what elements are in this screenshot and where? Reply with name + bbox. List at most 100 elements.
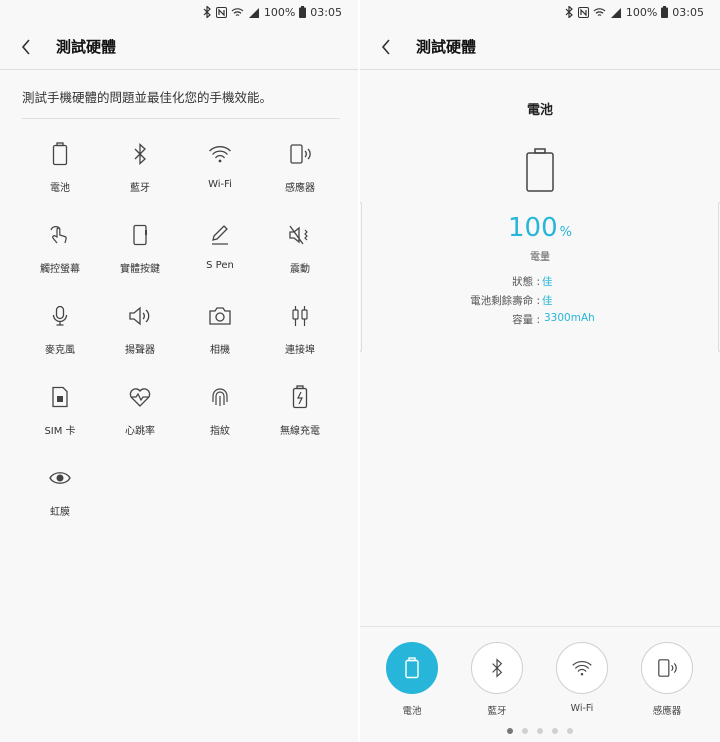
- status-bar: 100% 03:05: [360, 0, 720, 24]
- item-fingerprint[interactable]: 指紋: [180, 384, 260, 438]
- pen-icon: [207, 222, 233, 248]
- item-wireless-charging[interactable]: 無線充電: [260, 384, 340, 438]
- hardware-grid: 電池 藍牙 Wi-Fi 感應器 觸控螢幕 實體按鍵 S Pen 震動 麥克風 揚…: [20, 141, 358, 519]
- item-spen[interactable]: S Pen: [180, 222, 260, 276]
- item-label: SIM 卡: [44, 426, 76, 437]
- item-speaker[interactable]: 揚聲器: [100, 303, 180, 357]
- port-icon: [287, 303, 313, 329]
- page-dot[interactable]: [507, 728, 513, 734]
- tab-label: 藍牙: [487, 706, 507, 717]
- heart-rate-icon: [127, 384, 153, 410]
- battery-percent: 100%: [625, 5, 658, 19]
- item-battery[interactable]: 電池: [20, 141, 100, 195]
- item-label: Wi-Fi: [208, 179, 232, 190]
- battery-level-unit: %: [559, 225, 572, 240]
- phone-button-icon: [127, 222, 153, 248]
- item-wifi[interactable]: Wi-Fi: [180, 141, 260, 195]
- tab-wifi[interactable]: Wi-Fi: [552, 642, 612, 714]
- item-label: 心跳率: [125, 426, 155, 437]
- battery-detail-screen: 100% 03:05 測試硬體 電池 100% 電量 狀態 : 佳 電池剩餘壽命…: [360, 0, 720, 742]
- wifi-status-icon: [593, 7, 606, 18]
- page-dot[interactable]: [537, 728, 543, 734]
- capacity-value: 3300mAh: [544, 312, 595, 324]
- clock: 03:05: [672, 5, 704, 19]
- wifi-status-icon: [231, 7, 244, 18]
- back-button[interactable]: [374, 35, 398, 59]
- item-vibration[interactable]: 震動: [260, 222, 340, 276]
- signal-icon: [610, 7, 622, 18]
- eye-icon: [47, 465, 73, 491]
- sensor-icon: [641, 642, 693, 694]
- back-button[interactable]: [14, 35, 38, 59]
- wifi-icon: [207, 141, 233, 167]
- life-value: 佳: [542, 295, 553, 307]
- bluetooth-icon: [471, 642, 523, 694]
- battery-level: 100%: [360, 213, 720, 243]
- touch-icon: [47, 222, 73, 248]
- item-label: 無線充電: [280, 426, 320, 437]
- battery-card[interactable]: 電池 100% 電量 狀態 : 佳 電池剩餘壽命 : 佳 容量 : 3300mA…: [360, 70, 720, 355]
- battery-level-label: 電量: [530, 252, 550, 263]
- page-description: 測試手機硬體的問題並最佳化您的手機效能。: [22, 90, 273, 105]
- item-label: 虹膜: [50, 507, 70, 518]
- signal-icon: [248, 7, 260, 18]
- status-bar: 100% 03:05: [0, 0, 358, 24]
- tab-label: 電池: [402, 706, 422, 717]
- microphone-icon: [47, 303, 73, 329]
- battery-percent: 100%: [263, 5, 296, 19]
- item-label: 指紋: [210, 426, 230, 437]
- sim-icon: [47, 384, 73, 410]
- page-dot[interactable]: [567, 728, 573, 734]
- item-sensor[interactable]: 感應器: [260, 141, 340, 195]
- tab-bluetooth[interactable]: 藍牙: [467, 642, 527, 717]
- item-sim[interactable]: SIM 卡: [20, 384, 100, 438]
- page-dot[interactable]: [552, 728, 558, 734]
- item-label: 揚聲器: [125, 345, 155, 356]
- chevron-left-icon: [21, 38, 30, 55]
- chevron-left-icon: [381, 38, 390, 55]
- hardware-list-screen: 100% 03:05 測試硬體 測試手機硬體的問題並最佳化您的手機效能。 電池 …: [0, 0, 358, 742]
- item-label: 觸控螢幕: [40, 264, 80, 275]
- tab-battery[interactable]: 電池: [382, 642, 442, 717]
- tab-label: 感應器: [652, 706, 682, 717]
- sensor-icon: [287, 141, 313, 167]
- app-bar: 測試硬體: [360, 24, 720, 70]
- item-heart-rate[interactable]: 心跳率: [100, 384, 180, 438]
- capacity-key: 容量 :: [512, 314, 540, 326]
- tab-sensor[interactable]: 感應器: [637, 642, 697, 717]
- battery-status-icon: [661, 6, 669, 18]
- detail-title: 電池: [526, 103, 553, 118]
- speaker-icon: [127, 303, 153, 329]
- life-key: 電池剩餘壽命 :: [470, 295, 540, 307]
- item-microphone[interactable]: 麥克風: [20, 303, 100, 357]
- bluetooth-status-icon: [564, 6, 574, 18]
- item-label: 麥克風: [45, 345, 75, 356]
- divider: [22, 118, 340, 119]
- status-key: 狀態 :: [512, 276, 540, 288]
- item-label: 實體按鍵: [120, 264, 160, 275]
- item-camera[interactable]: 相機: [180, 303, 260, 357]
- vibration-icon: [287, 222, 313, 248]
- page-dot[interactable]: [522, 728, 528, 734]
- clock: 03:05: [310, 5, 342, 19]
- item-label: 震動: [290, 264, 310, 275]
- app-bar: 測試硬體: [0, 24, 358, 70]
- page-title: 測試硬體: [416, 38, 477, 56]
- wireless-charging-icon: [287, 384, 313, 410]
- item-iris[interactable]: 虹膜: [20, 465, 100, 519]
- battery-status-icon: [299, 6, 307, 18]
- camera-icon: [207, 303, 233, 329]
- page-title: 測試硬體: [56, 38, 117, 56]
- item-physical-buttons[interactable]: 實體按鍵: [100, 222, 180, 276]
- item-bluetooth[interactable]: 藍牙: [100, 141, 180, 195]
- battery-level-value: 100: [508, 213, 558, 243]
- item-touchscreen[interactable]: 觸控螢幕: [20, 222, 100, 276]
- item-label: 電池: [50, 183, 70, 194]
- battery-large-icon: [525, 148, 555, 196]
- fingerprint-icon: [207, 384, 233, 410]
- item-port[interactable]: 連接埠: [260, 303, 340, 357]
- wifi-icon: [556, 642, 608, 694]
- battery-icon: [47, 141, 73, 167]
- item-label: 藍牙: [130, 183, 150, 194]
- bluetooth-status-icon: [202, 6, 212, 18]
